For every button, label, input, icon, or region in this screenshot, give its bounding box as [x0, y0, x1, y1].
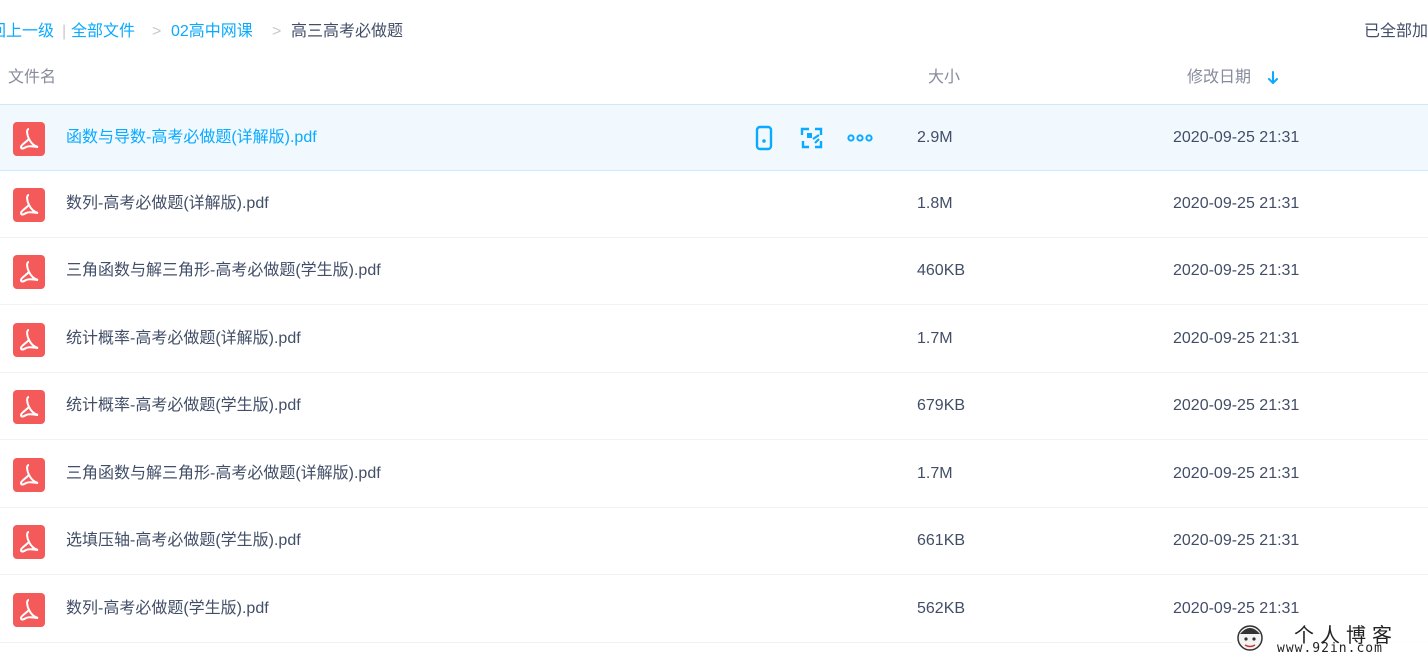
file-size: 679KB [917, 397, 966, 414]
file-name[interactable]: 三角函数与解三角形-高考必做题(学生版).pdf [66, 238, 381, 304]
breadcrumb-chevron-icon: > [272, 23, 282, 40]
file-date: 2020-09-25 21:31 [1173, 330, 1300, 347]
file-name[interactable]: 数列-高考必做题(详解版).pdf [66, 171, 269, 237]
file-name[interactable]: 统计概率-高考必做题(详解版).pdf [66, 306, 301, 372]
watermark-url: www.92in.com [1277, 641, 1383, 656]
pdf-file-icon [13, 390, 45, 424]
share-icon[interactable] [799, 125, 825, 151]
loaded-status: 已全部加载 [1364, 23, 1428, 40]
file-name[interactable]: 函数与导数-高考必做题(详解版).pdf [66, 105, 317, 171]
table-row[interactable]: 三角函数与解三角形-高考必做题(详解版).pdf 1.7M 2020-09-25… [0, 441, 1428, 508]
breadcrumb-chevron-icon: > [152, 23, 162, 40]
file-list-header: 文件名 大小 修改日期 [0, 64, 1428, 104]
file-size: 2.9M [917, 129, 953, 146]
table-row[interactable]: 数列-高考必做题(详解版).pdf 1.8M 2020-09-25 21:31 [0, 171, 1428, 238]
table-row[interactable]: 函数与导数-高考必做题(详解版).pdf 2.9M 2020-09-25 21:… [0, 104, 1428, 171]
column-name[interactable]: 文件名 [8, 64, 56, 92]
pdf-file-icon [13, 122, 45, 156]
file-size: 562KB [917, 600, 966, 617]
pdf-file-icon [13, 188, 45, 222]
file-date: 2020-09-25 21:31 [1173, 262, 1300, 279]
breadcrumb-divider: | [62, 23, 67, 40]
file-date: 2020-09-25 21:31 [1173, 465, 1300, 482]
file-date: 2020-09-25 21:31 [1173, 397, 1300, 414]
back-link[interactable]: 回上一级 [0, 20, 54, 44]
more-icon[interactable] [847, 125, 873, 151]
file-size: 460KB [917, 262, 966, 279]
breadcrumb: 回上一级 | 全部文件 > 02高中网课 > 高三高考必做题 已全部加载 [0, 20, 1428, 44]
all-files-link[interactable]: 全部文件 [71, 20, 135, 44]
table-row[interactable]: 统计概率-高考必做题(学生版).pdf 679KB 2020-09-25 21:… [0, 373, 1428, 440]
file-date: 2020-09-25 21:31 [1173, 532, 1300, 549]
file-name[interactable]: 统计概率-高考必做题(学生版).pdf [66, 373, 301, 439]
sort-desc-arrow-icon[interactable] [1267, 70, 1279, 86]
pdf-file-icon [13, 593, 45, 627]
column-modified[interactable]: 修改日期 [1187, 64, 1251, 92]
file-date: 2020-09-25 21:31 [1173, 195, 1300, 212]
table-row[interactable]: 统计概率-高考必做题(详解版).pdf 1.7M 2020-09-25 21:3… [0, 306, 1428, 373]
table-row[interactable]: 数列-高考必做题(学生版).pdf 562KB 2020-09-25 21:31 [0, 576, 1428, 643]
current-folder: 高三高考必做题 [291, 23, 404, 40]
file-name[interactable]: 三角函数与解三角形-高考必做题(详解版).pdf [66, 441, 381, 507]
file-size: 1.8M [917, 195, 953, 212]
file-name[interactable]: 选填压轴-高考必做题(学生版).pdf [66, 508, 301, 574]
file-size: 1.7M [917, 330, 953, 347]
file-size: 661KB [917, 532, 966, 549]
table-row[interactable]: 三角函数与解三角形-高考必做题(学生版).pdf 460KB 2020-09-2… [0, 238, 1428, 305]
column-size[interactable]: 大小 [928, 64, 960, 92]
pdf-file-icon [13, 525, 45, 559]
pdf-file-icon [13, 323, 45, 357]
table-row[interactable]: 选填压轴-高考必做题(学生版).pdf 661KB 2020-09-25 21:… [0, 508, 1428, 575]
pdf-file-icon [13, 255, 45, 289]
file-size: 1.7M [917, 465, 953, 482]
pdf-file-icon [13, 458, 45, 492]
folder-link[interactable]: 02高中网课 [171, 20, 253, 44]
file-name[interactable]: 数列-高考必做题(学生版).pdf [66, 576, 269, 642]
file-date: 2020-09-25 21:31 [1173, 129, 1300, 146]
phone-icon[interactable] [751, 125, 777, 151]
